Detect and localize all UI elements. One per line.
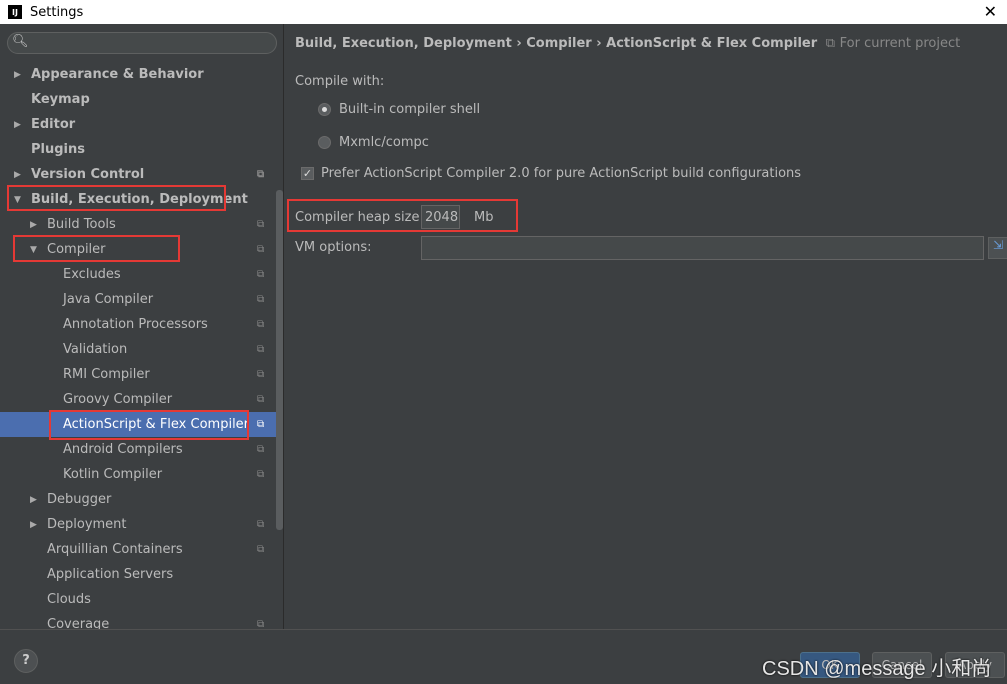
dialog-footer: ? OK Cancel Apply CSDN @message 小和尚 [0, 629, 1007, 684]
sidebar-item[interactable]: RMI Compiler ⧉ [0, 362, 276, 387]
project-scope-icon: ⧉ [257, 269, 265, 280]
project-scope-label: For current project [839, 36, 961, 51]
project-scope-icon: ⧉ [257, 419, 265, 430]
project-scope-icon: ⧉ [257, 319, 265, 330]
project-scope-icon: ⧉ [257, 344, 265, 355]
sidebar-item-label: Java Compiler [63, 292, 154, 307]
sidebar-item[interactable]: Application Servers [0, 562, 276, 587]
sidebar-item-label: Deployment [47, 517, 127, 532]
sidebar-item-label: Build Tools [47, 217, 116, 232]
sidebar-item[interactable]: Keymap [0, 87, 276, 112]
builtin-radio[interactable] [318, 103, 331, 116]
breadcrumb: Build, Execution, Deployment › Compiler … [295, 36, 960, 51]
sidebar-item[interactable]: ▶ Appearance & Behavior [0, 62, 276, 87]
highlight-box [7, 185, 226, 211]
project-scope-icon: ⧉ [257, 394, 265, 405]
sidebar-item[interactable]: Java Compiler ⧉ [0, 287, 276, 312]
project-scope-icon: ⧉ [821, 36, 836, 51]
sidebar-item-label: Editor [31, 117, 76, 132]
search-icon: 🔍︎ [12, 34, 29, 49]
sidebar-item-label: Keymap [31, 92, 90, 107]
chevron-right-icon[interactable]: ▶ [14, 70, 21, 80]
watermark: CSDN @message 小和尚 [762, 658, 992, 680]
sidebar-item[interactable]: Arquillian Containers ⧉ [0, 537, 276, 562]
chevron-right-icon[interactable]: ▶ [14, 170, 21, 180]
project-scope-icon: ⧉ [257, 219, 265, 230]
sidebar-item[interactable]: Coverage ⧉ [0, 612, 276, 629]
compile-with-label: Compile with: [295, 74, 385, 89]
sidebar-scrollbar[interactable] [276, 190, 283, 530]
sidebar-item-label: Coverage [47, 617, 110, 629]
sidebar-item[interactable]: Clouds [0, 587, 276, 612]
chevron-right-icon[interactable]: ▶ [30, 220, 37, 230]
sidebar-item-label: Kotlin Compiler [63, 467, 163, 482]
vm-options-label: VM options: [295, 240, 372, 255]
builtin-label[interactable]: Built-in compiler shell [339, 102, 480, 117]
mxmlc-label[interactable]: Mxmlc/compc [339, 135, 429, 150]
chevron-right-icon[interactable]: ▶ [30, 520, 37, 530]
highlight-box [287, 199, 518, 232]
sidebar-item[interactable]: ▶ Deployment ⧉ [0, 512, 276, 537]
sidebar-item-label: Excludes [63, 267, 121, 282]
breadcrumb-separator: › [596, 36, 602, 51]
highlight-box [13, 235, 180, 262]
project-scope-icon: ⧉ [257, 169, 265, 180]
settings-content: Build, Execution, Deployment › Compiler … [285, 24, 1007, 629]
chevron-right-icon[interactable]: ▶ [14, 120, 21, 130]
prefer-label[interactable]: Prefer ActionScript Compiler 2.0 for pur… [321, 166, 801, 181]
project-scope-icon: ⧉ [257, 519, 265, 530]
title-bar: IJ Settings ✕ [0, 0, 1007, 24]
project-scope-icon: ⧉ [257, 469, 265, 480]
sidebar-item[interactable]: Validation ⧉ [0, 337, 276, 362]
breadcrumb-item[interactable]: Compiler [526, 36, 591, 51]
sidebar-item[interactable]: Kotlin Compiler ⧉ [0, 462, 276, 487]
project-scope-icon: ⧉ [257, 369, 265, 380]
sidebar-item[interactable]: ▶ Version Control ⧉ [0, 162, 276, 187]
sidebar-item[interactable]: ▶ Editor [0, 112, 276, 137]
vm-options-input[interactable] [421, 236, 984, 260]
highlight-box [49, 410, 249, 440]
breadcrumb-item: ActionScript & Flex Compiler [606, 36, 818, 51]
sidebar-item[interactable]: ▶ Debugger [0, 487, 276, 512]
project-scope-icon: ⧉ [257, 294, 265, 305]
sidebar-item[interactable]: ▶ Build Tools ⧉ [0, 212, 276, 237]
close-icon[interactable]: ✕ [984, 2, 997, 21]
sidebar-item-label: Version Control [31, 167, 145, 182]
project-scope-icon: ⧉ [257, 444, 265, 455]
sidebar-item-label: Application Servers [47, 567, 174, 582]
sidebar-item-label: Appearance & Behavior [31, 67, 204, 82]
expand-icon[interactable]: ⇲ [988, 237, 1007, 259]
window-title: Settings [30, 4, 84, 20]
project-scope-icon: ⧉ [257, 244, 265, 255]
sidebar-item[interactable]: Annotation Processors ⧉ [0, 312, 276, 337]
sidebar-item-label: Plugins [31, 142, 85, 157]
project-scope-icon: ⧉ [257, 544, 265, 555]
search-input[interactable]: 🔍︎ [7, 32, 277, 54]
sidebar-item-label: Arquillian Containers [47, 542, 183, 557]
sidebar-item[interactable]: Plugins [0, 137, 276, 162]
sidebar-item-label: Groovy Compiler [63, 392, 173, 407]
breadcrumb-separator: › [516, 36, 522, 51]
sidebar-item[interactable]: Excludes ⧉ [0, 262, 276, 287]
sidebar-item[interactable]: Android Compilers ⧉ [0, 437, 276, 462]
sidebar-item-label: Android Compilers [63, 442, 183, 457]
sidebar-item-label: Clouds [47, 592, 91, 607]
intellij-logo-icon: IJ [8, 5, 22, 19]
chevron-right-icon[interactable]: ▶ [30, 495, 37, 505]
prefer-checkbox[interactable]: ✓ [301, 167, 314, 180]
sidebar-item-label: Validation [63, 342, 128, 357]
sidebar-item-label: RMI Compiler [63, 367, 150, 382]
breadcrumb-item[interactable]: Build, Execution, Deployment [295, 36, 512, 51]
settings-sidebar: 🔍︎ ▶ Appearance & Behavior Keymap ▶ Editor Pl… [0, 24, 284, 629]
sidebar-item-label: Annotation Processors [63, 317, 208, 332]
mxmlc-radio[interactable] [318, 136, 331, 149]
sidebar-item[interactable]: Groovy Compiler ⧉ [0, 387, 276, 412]
help-button[interactable]: ? [14, 649, 38, 673]
project-scope-icon: ⧉ [257, 619, 265, 629]
sidebar-item-label: Debugger [47, 492, 112, 507]
